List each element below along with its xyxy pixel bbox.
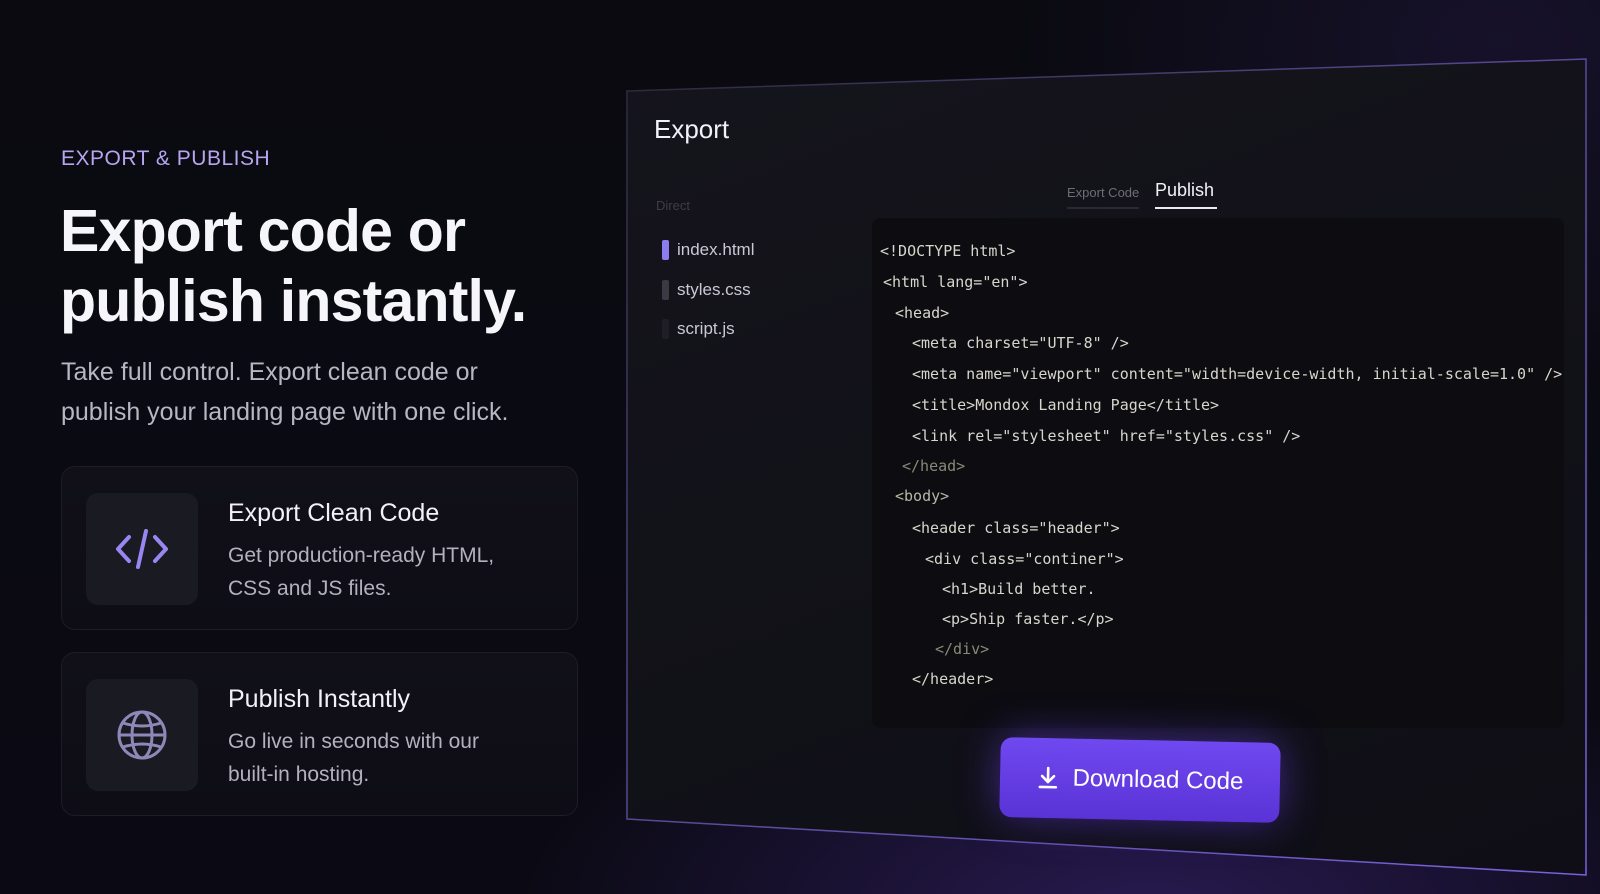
tab-underline-active <box>1155 207 1217 209</box>
file-item-styles-css[interactable]: styles.css <box>662 280 751 300</box>
feature-card-publish: Publish Instantly Go live in seconds wit… <box>61 652 578 816</box>
headline-line-1: Export code or <box>60 198 466 264</box>
code-line: <!DOCTYPE html> <box>880 242 1016 260</box>
page-subtext: Take full control. Export clean code or … <box>61 352 581 432</box>
feature-desc-line: Go live in seconds with our <box>228 730 479 753</box>
file-name: script.js <box>677 319 735 338</box>
code-line: <head> <box>895 304 950 322</box>
code-line: </div> <box>935 640 990 658</box>
feature-description: Get production-ready HTML, CSS and JS fi… <box>228 539 548 605</box>
section-eyebrow: EXPORT & PUBLISH <box>61 147 271 170</box>
files-label: Direct <box>656 198 690 213</box>
feature-title: Export Clean Code <box>228 499 440 527</box>
code-line: <html lang="en"> <box>883 273 1028 291</box>
file-marker <box>662 240 669 260</box>
feature-description: Go live in seconds with our built-in hos… <box>228 725 548 791</box>
file-item-index-html[interactable]: index.html <box>662 240 754 260</box>
file-marker <box>662 280 669 300</box>
code-line: <meta charset="UTF-8" /> <box>912 334 1129 352</box>
file-item-script-js[interactable]: script.js <box>662 319 735 339</box>
headline-line-2: publish instantly. <box>60 268 527 334</box>
file-name: index.html <box>677 240 755 259</box>
file-name: styles.css <box>677 280 751 299</box>
code-icon <box>86 493 198 605</box>
download-button-label: Download Code <box>1072 764 1244 796</box>
feature-desc-line: Get production-ready HTML, <box>228 544 495 567</box>
code-line: <title>Mondox Landing Page</title> <box>912 396 1220 414</box>
code-line: <link rel="stylesheet" href="styles.css"… <box>912 427 1301 445</box>
stage: EXPORT & PUBLISH Export code or publish … <box>0 0 1600 894</box>
panel-title: Export <box>654 114 730 144</box>
code-line: <body> <box>895 487 950 505</box>
download-icon <box>1036 766 1058 790</box>
feature-desc-line: CSS and JS files. <box>228 577 392 600</box>
code-line: <meta name="viewport" content="width=dev… <box>912 365 1563 383</box>
download-code-button[interactable]: Download Code <box>999 737 1281 823</box>
code-line: </head> <box>902 457 966 475</box>
feature-desc-line: built-in hosting. <box>228 763 370 786</box>
subtext-line-1: Take full control. Export clean code or <box>61 358 478 386</box>
code-line: </header> <box>912 670 994 688</box>
page-headline: Export code or publish instantly. <box>60 196 600 336</box>
feature-title: Publish Instantly <box>228 685 411 713</box>
globe-icon <box>86 679 198 791</box>
code-line: <h1>Build better. <box>942 580 1096 598</box>
file-marker <box>662 319 669 339</box>
code-line: <header class="header"> <box>912 519 1120 537</box>
tab-export-code[interactable]: Export Code <box>1067 185 1139 200</box>
tab-underline <box>1067 207 1139 209</box>
tab-publish[interactable]: Publish <box>1155 180 1214 201</box>
code-line: <div class="continer"> <box>925 550 1124 568</box>
subtext-line-2: publish your landing page with one click… <box>61 398 509 426</box>
code-line: <p>Ship faster.</p> <box>942 610 1114 628</box>
feature-card-export-code: Export Clean Code Get production-ready H… <box>61 466 578 630</box>
